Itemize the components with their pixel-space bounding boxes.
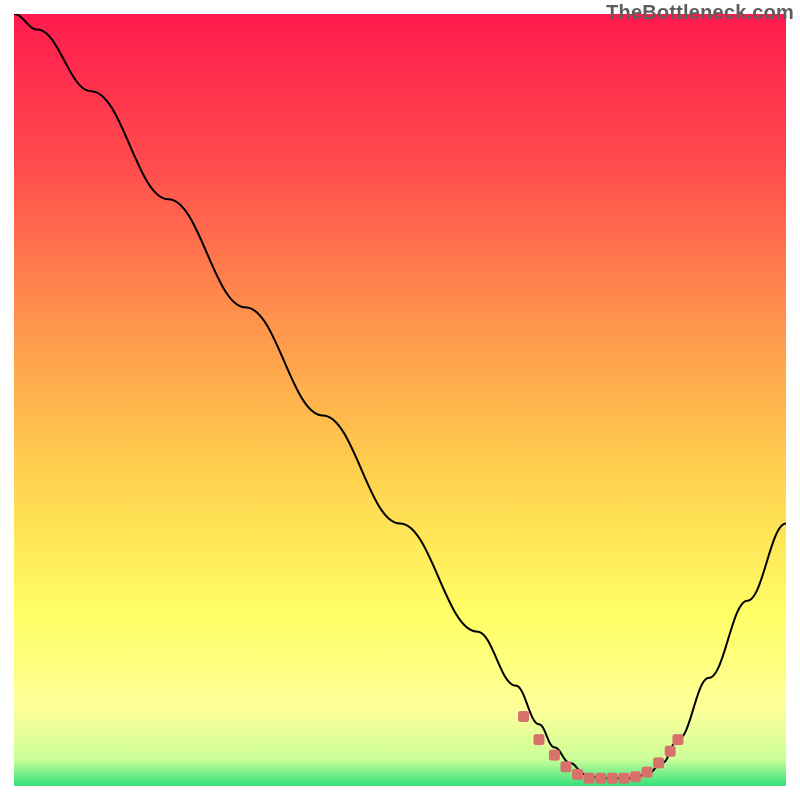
marker [518, 711, 529, 722]
marker [618, 773, 629, 784]
marker [533, 734, 544, 745]
marker [653, 757, 664, 768]
bottleneck-curve [14, 14, 786, 778]
marker [607, 773, 618, 784]
marker [672, 734, 683, 745]
marker [630, 771, 641, 782]
marker [549, 750, 560, 761]
marker [572, 769, 583, 780]
marker [584, 773, 595, 784]
marker [665, 746, 676, 757]
curve-layer [14, 14, 786, 786]
marker [642, 767, 653, 778]
optimal-zone-markers [518, 711, 683, 784]
marker [560, 761, 571, 772]
chart-container: TheBottleneck.com [0, 0, 800, 800]
plot-area [14, 14, 786, 786]
watermark-text: TheBottleneck.com [606, 2, 794, 25]
marker [595, 773, 606, 784]
